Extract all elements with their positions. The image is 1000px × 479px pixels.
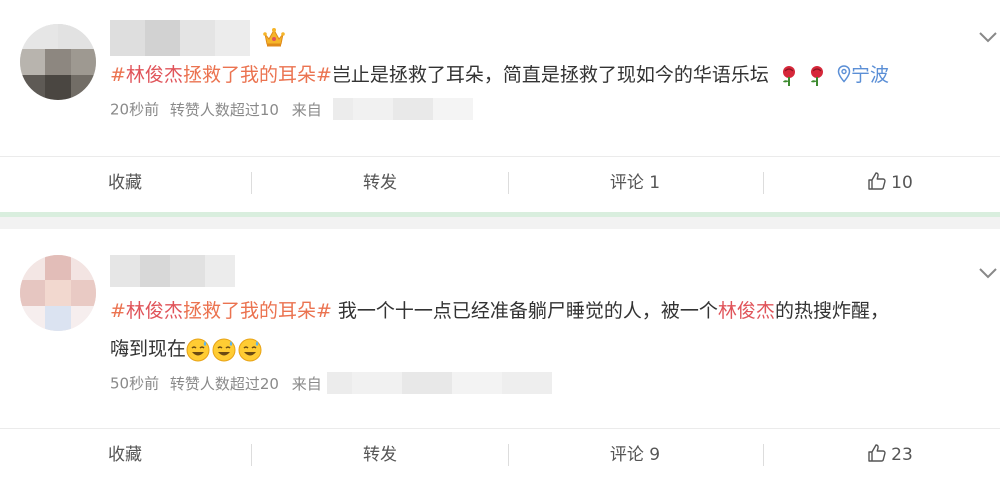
repost-info: 转赞人数超过20	[169, 374, 279, 393]
username-blurred[interactable]	[110, 255, 235, 287]
avatar[interactable]	[20, 255, 96, 331]
post-meta: 20秒前 转赞人数超过10 来自	[110, 98, 473, 120]
favorite-button[interactable]: 收藏	[0, 160, 250, 206]
post-card-1: #林俊杰拯救了我的耳朵#岂止是拯救了耳朵，简直是拯救了现如今的华语乐坛 宁波 2…	[0, 0, 1000, 200]
crown-badge-icon	[263, 28, 285, 47]
action-divider	[0, 428, 1000, 429]
rose-icon	[782, 65, 795, 86]
post-card-2: #林俊杰拯救了我的耳朵# 我一个十一点已经准备躺尸睡觉的人，被一个林俊杰的热搜炸…	[0, 229, 1000, 479]
post-text-line2: 嗨到现在	[110, 332, 264, 366]
source-label: 来自	[291, 374, 322, 393]
source-blurred[interactable]	[332, 98, 473, 120]
repost-button[interactable]: 转发	[255, 432, 505, 478]
location-link[interactable]: 宁波	[837, 64, 889, 86]
post-time[interactable]: 20秒前	[110, 101, 159, 119]
action-divider	[0, 156, 1000, 157]
username-blurred[interactable]	[110, 20, 250, 56]
sweat-smile-emoji-icon	[186, 338, 210, 361]
sweat-smile-emoji-icon	[238, 338, 262, 361]
post-time[interactable]: 50秒前	[110, 375, 159, 393]
repost-info: 转赞人数超过10	[169, 100, 279, 119]
post-meta: 50秒前 转赞人数超过20 来自	[110, 372, 552, 394]
rose-icon	[810, 65, 823, 86]
sweat-smile-emoji-icon	[212, 338, 236, 361]
location-pin-icon	[837, 65, 851, 83]
topic-hashtag[interactable]: #林俊杰拯救了我的耳朵#	[110, 300, 332, 322]
like-button[interactable]: 10	[765, 160, 1000, 206]
source-blurred[interactable]	[326, 372, 552, 394]
like-button[interactable]: 23	[765, 432, 1000, 478]
thumbs-up-icon	[868, 444, 886, 462]
chevron-down-icon[interactable]	[978, 31, 998, 43]
avatar[interactable]	[20, 24, 96, 100]
action-bar: 收藏 转发 评论 1 10	[0, 160, 1000, 206]
post-body: 岂止是拯救了耳朵，简直是拯救了现如今的华语乐坛	[331, 64, 769, 86]
mention-highlight[interactable]: 林俊杰	[718, 300, 775, 322]
post-text: #林俊杰拯救了我的耳朵#岂止是拯救了耳朵，简直是拯救了现如今的华语乐坛 宁波	[110, 58, 889, 92]
thumbs-up-icon	[868, 172, 886, 190]
post-body: 我一个十一点已经准备躺尸睡觉的人，被一个	[331, 300, 718, 322]
comment-button[interactable]: 评论 9	[510, 432, 760, 478]
chevron-down-icon[interactable]	[978, 267, 998, 279]
source-label: 来自	[291, 100, 322, 119]
comment-button[interactable]: 评论 1	[510, 160, 760, 206]
topic-hashtag[interactable]: #林俊杰拯救了我的耳朵#	[110, 64, 332, 86]
action-bar: 收藏 转发 评论 9 23	[0, 432, 1000, 478]
post-text: #林俊杰拯救了我的耳朵# 我一个十一点已经准备躺尸睡觉的人，被一个林俊杰的热搜炸…	[110, 300, 889, 322]
favorite-button[interactable]: 收藏	[0, 432, 250, 478]
post-separator-accent	[0, 212, 1000, 217]
repost-button[interactable]: 转发	[255, 160, 505, 206]
